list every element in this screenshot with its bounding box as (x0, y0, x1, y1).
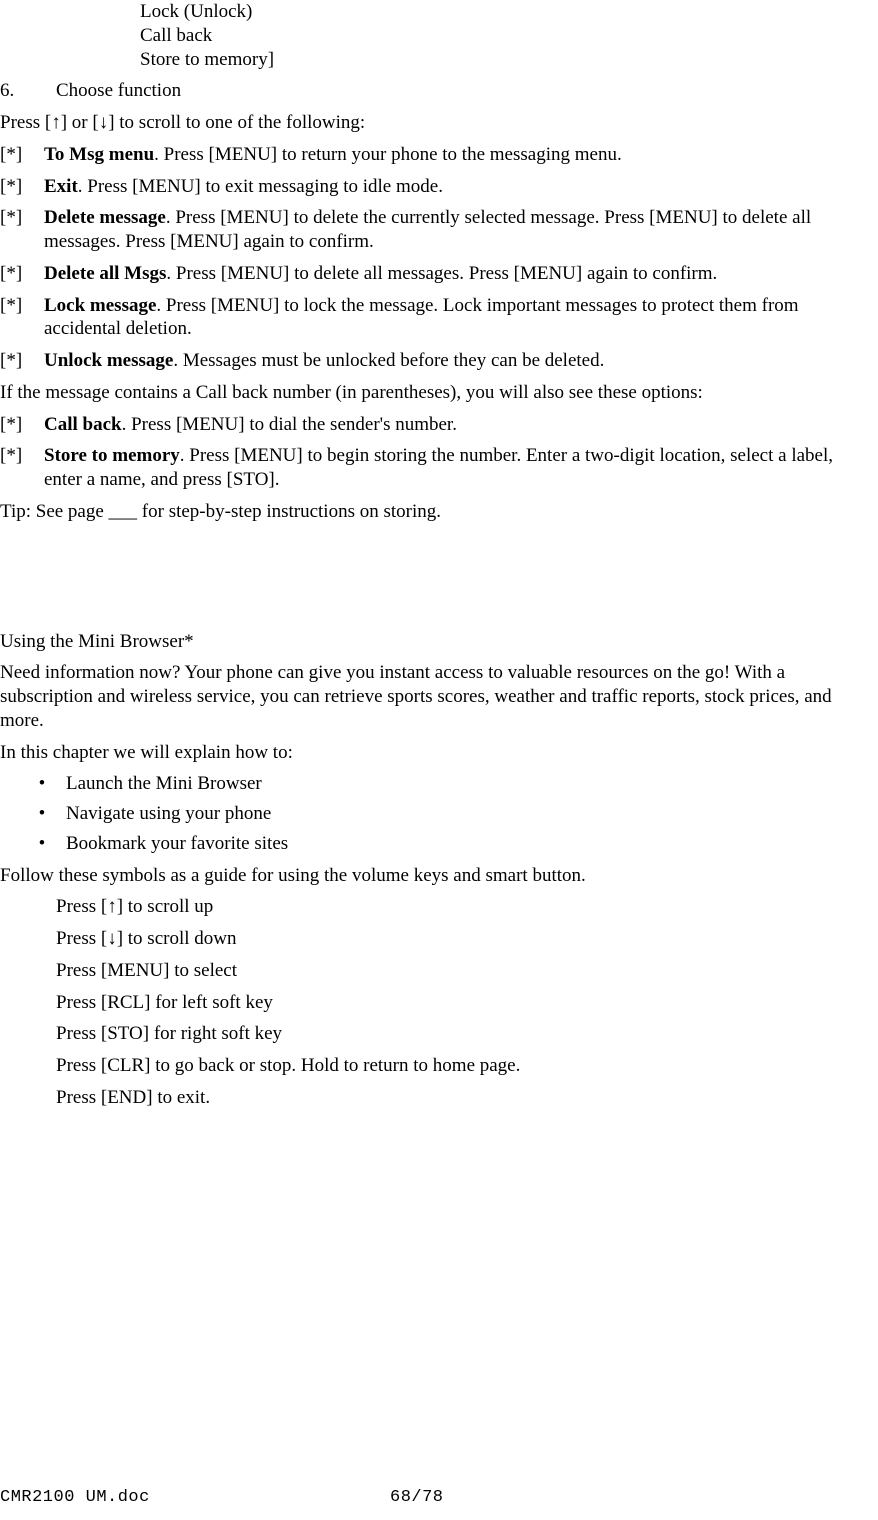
option-text: . Press [MENU] to delete all messages. P… (166, 263, 717, 284)
option-label: Lock message (44, 295, 156, 316)
option-label: Exit (44, 176, 78, 197)
symbol-rcl: Press [RCL] for left soft key (56, 991, 878, 1015)
step-title: Choose function (56, 79, 872, 103)
bullet-marker: [*] (0, 444, 44, 492)
option-lock-message: [*] Lock message. Press [MENU] to lock t… (0, 294, 878, 342)
option-text: . Press [MENU] to dial the sender's numb… (122, 414, 457, 435)
bullet-marker: [*] (0, 143, 44, 167)
footer-page-number: 68/78 (390, 1487, 878, 1508)
option-call-back: [*] Call back. Press [MENU] to dial the … (0, 413, 878, 437)
symbol-scroll-up: Press [↑] to scroll up (56, 895, 878, 919)
bullet-icon: • (30, 772, 54, 796)
option-text: . Messages must be unlocked before they … (173, 350, 604, 371)
option-delete-all-msgs: [*] Delete all Msgs. Press [MENU] to del… (0, 262, 878, 286)
bullet-text: Bookmark your favorite sites (66, 832, 878, 856)
prev-list-item: Call back (140, 24, 878, 48)
arrow-down-icon: ↓ (99, 112, 109, 133)
scroll-instruction: Press [↑] or [↓] to scroll to one of the… (0, 111, 878, 135)
option-delete-message: [*] Delete message. Press [MENU] to dele… (0, 206, 878, 254)
option-text: . Press [MENU] to lock the message. Lock… (44, 295, 799, 340)
option-label: Delete all Msgs (44, 263, 166, 284)
option-text: . Press [MENU] to exit messaging to idle… (78, 176, 443, 197)
explain-line: In this chapter we will explain how to: (0, 741, 878, 765)
bullet-icon: • (30, 832, 54, 856)
bullet-launch: • Launch the Mini Browser (0, 772, 878, 796)
option-label: Call back (44, 414, 122, 435)
option-label: Unlock message (44, 350, 173, 371)
symbol-sto: Press [STO] for right soft key (56, 1022, 878, 1046)
bullet-marker: [*] (0, 262, 44, 286)
bullet-marker: [*] (0, 349, 44, 373)
bullet-text: Launch the Mini Browser (66, 772, 878, 796)
callback-intro: If the message contains a Call back numb… (0, 381, 878, 405)
symbol-menu: Press [MENU] to select (56, 959, 878, 983)
prev-list-item: Lock (Unlock) (140, 0, 878, 24)
bullet-marker: [*] (0, 206, 44, 254)
symbol-end: Press [END] to exit. (56, 1086, 878, 1110)
symbol-scroll-down: Press [↓] to scroll down (56, 927, 878, 951)
footer-filename: CMR2100 UM.doc (0, 1487, 390, 1508)
bullet-marker: [*] (0, 175, 44, 199)
symbol-clr: Press [CLR] to go back or stop. Hold to … (56, 1054, 878, 1078)
arrow-down-icon: ↓ (107, 928, 117, 949)
bullet-marker: [*] (0, 294, 44, 342)
bullet-text: Navigate using your phone (66, 802, 878, 826)
section-heading: Using the Mini Browser* (0, 630, 878, 654)
bullet-icon: • (30, 802, 54, 826)
browser-intro: Need information now? Your phone can giv… (0, 661, 878, 732)
option-text: . Press [MENU] to return your phone to t… (154, 144, 622, 165)
step-6: 6. Choose function (0, 79, 878, 103)
page-footer: CMR2100 UM.doc 68/78 (0, 1487, 878, 1508)
symbols-intro: Follow these symbols as a guide for usin… (0, 864, 878, 888)
option-label: To Msg menu (44, 144, 154, 165)
step-number: 6. (0, 79, 56, 103)
prev-list-item: Store to memory] (140, 48, 878, 72)
option-to-msg-menu: [*] To Msg menu. Press [MENU] to return … (0, 143, 878, 167)
option-label: Store to memory (44, 445, 180, 466)
option-store-to-memory: [*] Store to memory. Press [MENU] to beg… (0, 444, 878, 492)
bullet-navigate: • Navigate using your phone (0, 802, 878, 826)
bullet-bookmark: • Bookmark your favorite sites (0, 832, 878, 856)
option-exit: [*] Exit. Press [MENU] to exit messaging… (0, 175, 878, 199)
option-label: Delete message (44, 207, 166, 228)
option-unlock-message: [*] Unlock message. Messages must be unl… (0, 349, 878, 373)
arrow-up-icon: ↑ (107, 896, 117, 917)
arrow-up-icon: ↑ (51, 112, 61, 133)
bullet-marker: [*] (0, 413, 44, 437)
tip-text: Tip: See page ___ for step-by-step instr… (0, 500, 878, 524)
